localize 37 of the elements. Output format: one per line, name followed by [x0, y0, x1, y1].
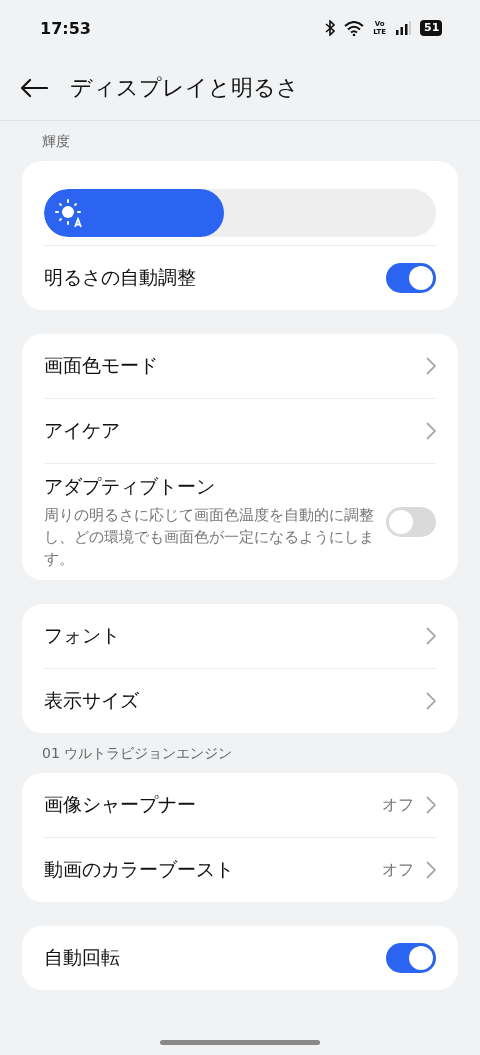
chevron-right-icon — [426, 796, 436, 814]
battery-level: 51 — [420, 20, 442, 36]
chevron-right-icon — [426, 357, 436, 375]
setting-title: アイケア — [44, 418, 121, 443]
toggle-switch[interactable] — [386, 943, 436, 973]
chevron-right-icon — [426, 627, 436, 645]
setting-title: 明るさの自動調整 — [44, 265, 197, 290]
settings-item[interactable]: 表示サイズ — [44, 668, 436, 733]
setting-title: 自動回転 — [44, 945, 121, 970]
setting-description: 周りの明るさに応じて画面色温度を自動的に調整し、どの環境でも画面色が一定になるようにします。 — [44, 505, 374, 570]
toggle-switch[interactable] — [386, 263, 436, 293]
setting-value: オフ — [382, 794, 414, 816]
section-label: 輝度 — [41, 132, 71, 151]
settings-item[interactable]: フォント — [44, 604, 436, 668]
settings-item[interactable]: アイケア — [44, 398, 436, 463]
setting-title: 表示サイズ — [44, 688, 140, 713]
setting-title: 画面色モード — [44, 353, 159, 378]
wifi-icon — [344, 20, 365, 36]
page-title: ディスプレイと明るさ — [70, 74, 299, 102]
setting-title: 画像シャープナー — [44, 792, 197, 817]
signal-icon — [395, 21, 411, 35]
chevron-right-icon — [426, 692, 436, 710]
bluetooth-icon — [325, 20, 336, 36]
settings-item[interactable]: 動画のカラーブースト オフ — [44, 837, 436, 902]
toggle-switch[interactable] — [386, 507, 436, 537]
status-time: 17:53 — [40, 18, 92, 38]
chevron-right-icon — [426, 422, 436, 440]
section-label: 01 ウルトラビジョンエンジン — [41, 744, 234, 763]
setting-title: フォント — [44, 623, 121, 648]
chevron-right-icon — [426, 861, 436, 879]
setting-value: オフ — [382, 859, 414, 881]
settings-item[interactable]: 画面色モード — [44, 334, 436, 398]
setting-title: アダプティブトーン — [44, 474, 216, 499]
brightness-slider[interactable] — [44, 189, 436, 237]
settings-item[interactable]: 画像シャープナー オフ — [44, 773, 436, 837]
setting-title: 動画のカラーブースト — [44, 857, 235, 882]
back-arrow-icon[interactable] — [20, 78, 48, 98]
